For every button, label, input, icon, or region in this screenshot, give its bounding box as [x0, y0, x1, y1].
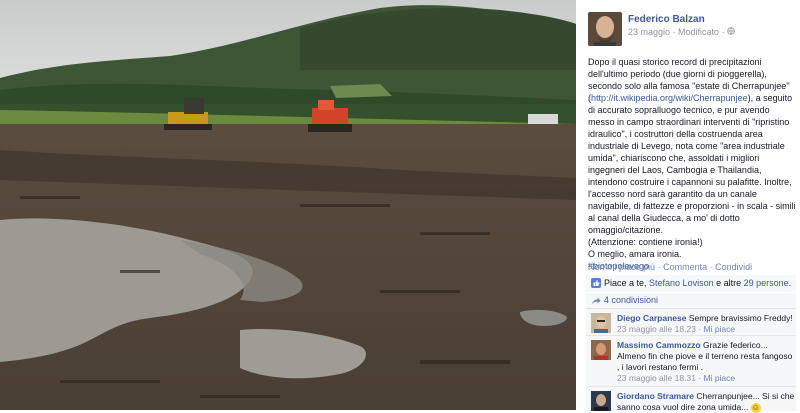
- post-text: Dopo il quasi storico record di precipit…: [588, 56, 798, 272]
- commenter-name[interactable]: Giordano Stramare: [617, 391, 694, 401]
- comment-item: Giordano Stramare Cherranpunjee... Si si…: [586, 386, 798, 413]
- comment-time[interactable]: 23 maggio alle 18.23: [617, 324, 696, 334]
- post-text-part-2: ), a seguito di accurato sopralluogo tec…: [588, 93, 796, 235]
- thumbs-up-icon: [591, 278, 601, 288]
- likes-summary: Piace a te, Stefano Lovison e altre 29 p…: [586, 274, 798, 292]
- comment-button[interactable]: Commenta: [663, 262, 707, 272]
- post-text-irony-note: (Attenzione: contiene ironia!): [588, 237, 703, 247]
- globe-icon: [727, 27, 735, 37]
- likes-prefix: Piace a te,: [604, 278, 650, 288]
- avatar-photo: [588, 12, 622, 46]
- landscape-photo: [0, 0, 576, 410]
- share-icon: [591, 296, 601, 306]
- author-avatar[interactable]: [588, 12, 622, 46]
- shares-summary: 4 condivisioni: [586, 292, 798, 308]
- photo[interactable]: [0, 0, 576, 410]
- author-name[interactable]: Federico Balzan: [628, 14, 705, 25]
- action-separator: ·: [709, 262, 713, 272]
- liker-link[interactable]: Stefano Lovison: [649, 278, 714, 288]
- other-likers-link[interactable]: 29 persone: [744, 278, 789, 288]
- comment-item: Massimo Cammozzo Grazie federico... Alme…: [586, 335, 798, 386]
- smiley-emoji: ☺: [750, 403, 761, 413]
- commenter-avatar[interactable]: [591, 313, 611, 333]
- post-actions: Non mi piace più · Commenta · Condividi: [588, 262, 752, 272]
- share-button[interactable]: Condividi: [715, 262, 752, 272]
- likes-middle: e altre: [713, 278, 744, 288]
- comment-like-button[interactable]: Mi piace: [703, 324, 735, 334]
- action-separator: ·: [657, 262, 661, 272]
- comment-like-button[interactable]: Mi piace: [703, 373, 735, 383]
- commenter-name[interactable]: Massimo Cammozzo: [617, 340, 701, 350]
- shares-count-link[interactable]: 4 condivisioni: [604, 295, 658, 305]
- comment-time[interactable]: 23 maggio alle 18.31: [617, 373, 696, 383]
- unlike-button[interactable]: Non mi piace più: [588, 262, 655, 272]
- post-meta: 23 maggio · Modificato ·: [628, 27, 735, 37]
- post-date[interactable]: 23 maggio: [628, 27, 670, 37]
- wikipedia-link[interactable]: http://it.wikipedia.org/wiki/Cherrapunje…: [591, 93, 748, 103]
- comment-text: Sempre bravissimo Freddy!: [688, 313, 793, 323]
- edited-label[interactable]: Modificato: [678, 27, 719, 37]
- likes-suffix: .: [788, 278, 792, 288]
- comment-item: Diego Carpanese Sempre bravissimo Freddy…: [586, 308, 798, 335]
- commenter-avatar[interactable]: [591, 391, 611, 411]
- scrollbar[interactable]: [796, 0, 800, 410]
- commenter-name[interactable]: Diego Carpanese: [617, 313, 686, 323]
- commenter-avatar[interactable]: [591, 340, 611, 360]
- post-text-bitter-note: O meglio, amara ironia.: [588, 249, 682, 259]
- post-panel: Federico Balzan 23 maggio · Modificato ·…: [576, 0, 800, 413]
